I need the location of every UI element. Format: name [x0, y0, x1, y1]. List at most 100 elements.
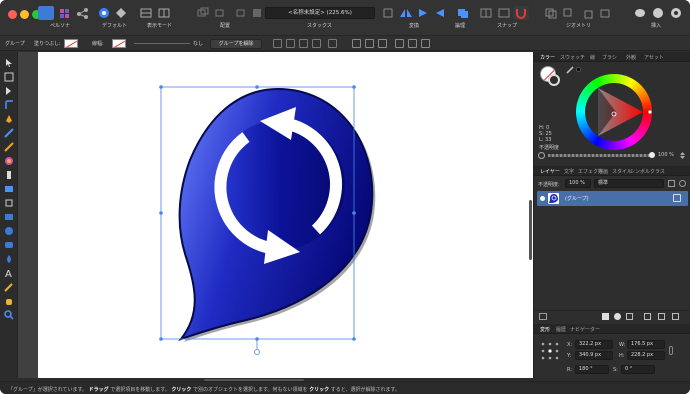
stroke-swatch[interactable] [112, 39, 126, 48]
add-layer-icon[interactable] [658, 313, 665, 320]
geometry-subtract-icon[interactable] [561, 6, 577, 20]
tab-color[interactable]: カラー [540, 54, 555, 61]
layer-row-group[interactable]: (グループ) [537, 191, 688, 206]
insert-gear-icon[interactable] [668, 6, 684, 20]
lock-icon[interactable] [668, 180, 675, 187]
settings-icon[interactable] [113, 6, 129, 20]
tab-layers[interactable]: レイヤー [540, 168, 560, 175]
tab-styles[interactable]: スタイル [612, 168, 632, 175]
tab-swatches[interactable]: スウォッチ [560, 54, 585, 61]
align-left-icon[interactable] [352, 39, 361, 48]
geometry-divide-icon[interactable] [597, 6, 613, 20]
h-field[interactable]: 228.2 px [627, 351, 665, 360]
align-ico-2-icon[interactable] [286, 39, 295, 48]
boolean-add-icon[interactable] [455, 6, 471, 20]
sync-icon-artwork[interactable] [38, 52, 546, 378]
crop-tool-icon[interactable] [4, 198, 14, 208]
tab-stroke[interactable]: 線 [590, 54, 595, 61]
flip-horizontal-icon[interactable] [398, 6, 414, 20]
droplet-shape-tool-icon[interactable] [4, 254, 14, 264]
move-tool-icon[interactable] [4, 58, 14, 68]
layer-edit-icon[interactable] [673, 194, 681, 202]
rotate-icon[interactable] [432, 6, 448, 20]
snap-grid-icon[interactable] [478, 6, 494, 20]
transparency-tool-icon[interactable] [4, 170, 14, 180]
eyedropper-tool-icon[interactable] [4, 282, 14, 292]
geometry-add-icon[interactable] [543, 6, 559, 20]
insert-person-icon[interactable] [650, 6, 666, 20]
zoom-field[interactable]: <名称未設定> (225.6%) [265, 7, 375, 19]
view-mode-outline-icon[interactable] [156, 6, 172, 20]
shear-field[interactable]: 0 ° [621, 365, 655, 374]
arrange-back-icon[interactable] [195, 6, 211, 20]
ungroup-button[interactable]: グループを解除 [210, 39, 262, 49]
default-icon[interactable] [96, 6, 112, 20]
arrange-backward-icon[interactable] [213, 6, 229, 20]
rotation-field[interactable]: 180 ° [575, 365, 609, 374]
tab-brushes[interactable]: ブラシ [602, 54, 617, 61]
color-wheel[interactable] [576, 74, 652, 150]
tab-character[interactable]: 文字 [564, 168, 574, 175]
pencil-tool-icon[interactable] [4, 128, 14, 138]
tab-history[interactable]: 履歴 [556, 326, 566, 333]
align-ico-5-icon[interactable] [328, 39, 337, 48]
blend-mode-select[interactable]: 標準 [594, 179, 664, 188]
corner-tool-icon[interactable] [4, 100, 14, 110]
stroke-width-slider[interactable] [134, 43, 190, 44]
align-bottom-icon[interactable] [421, 39, 430, 48]
canvas-area[interactable] [18, 52, 546, 378]
place-image-tool-icon[interactable] [4, 184, 14, 194]
tab-transform[interactable]: 変形 [540, 326, 550, 333]
node-tool-icon[interactable] [4, 86, 14, 96]
x-field[interactable]: 322.2 px [575, 340, 613, 349]
rotation-handle[interactable] [254, 349, 260, 355]
tab-classes[interactable]: クラス [650, 168, 665, 175]
tab-navigator[interactable]: ナビゲーター [570, 326, 600, 333]
tab-draw[interactable]: 描画 [598, 168, 608, 175]
close-window-button[interactable] [8, 10, 17, 19]
vertical-scrollbar[interactable] [529, 200, 532, 260]
insert-speech-icon[interactable] [632, 6, 648, 20]
artboard[interactable] [38, 52, 546, 378]
arrange-forward-icon[interactable] [231, 6, 247, 20]
arrange-front-icon[interactable] [249, 6, 265, 20]
align-ico-3-icon[interactable] [299, 39, 308, 48]
view-mode-pixel-icon[interactable] [138, 6, 154, 20]
align-center-icon[interactable] [365, 39, 374, 48]
adjustment-icon[interactable] [614, 313, 621, 320]
designer-persona-icon[interactable] [38, 6, 54, 20]
align-ico-4-icon[interactable] [312, 39, 321, 48]
layer-visibility-icon[interactable] [540, 196, 545, 201]
align-top-icon[interactable] [395, 39, 404, 48]
rectangle-tool-icon[interactable] [4, 212, 14, 222]
eyedropper-icon[interactable] [566, 66, 574, 76]
opacity-value[interactable]: 100 % [658, 152, 674, 158]
delete-layer-icon[interactable] [672, 313, 679, 320]
black-swatch[interactable] [576, 67, 581, 72]
stacks-icon[interactable] [380, 6, 396, 20]
anchor-point-grid[interactable] [540, 341, 560, 361]
snap-magnet-icon[interactable] [513, 6, 529, 20]
layer-settings-icon[interactable] [679, 180, 686, 187]
align-right-icon[interactable] [378, 39, 387, 48]
mask-icon[interactable] [602, 313, 609, 320]
rounded-rectangle-tool-icon[interactable] [4, 240, 14, 250]
hand-tool-icon[interactable] [4, 296, 14, 306]
zoom-tool-icon[interactable] [4, 310, 14, 320]
layer-name[interactable]: (グループ) [565, 195, 589, 202]
tab-appearance[interactable]: 外観 [626, 54, 636, 61]
y-field[interactable]: 340.9 px [575, 351, 613, 360]
fill-tool-icon[interactable] [4, 156, 14, 166]
fx-icon[interactable] [626, 313, 633, 320]
export-persona-icon[interactable] [75, 6, 91, 20]
align-ico-1-icon[interactable] [273, 39, 282, 48]
layer-opacity-field[interactable]: 100 % [565, 179, 591, 188]
artboard-tool-icon[interactable] [4, 72, 14, 82]
stroke-color-chip[interactable] [548, 74, 560, 86]
text-tool-icon[interactable]: A [4, 268, 14, 280]
snap-guides-icon[interactable] [496, 6, 512, 20]
layers-stack-icon[interactable] [539, 313, 547, 320]
opacity-slider-thumb[interactable] [649, 152, 655, 158]
geometry-intersect-icon[interactable] [579, 6, 595, 20]
ellipse-tool-icon[interactable] [4, 226, 14, 236]
